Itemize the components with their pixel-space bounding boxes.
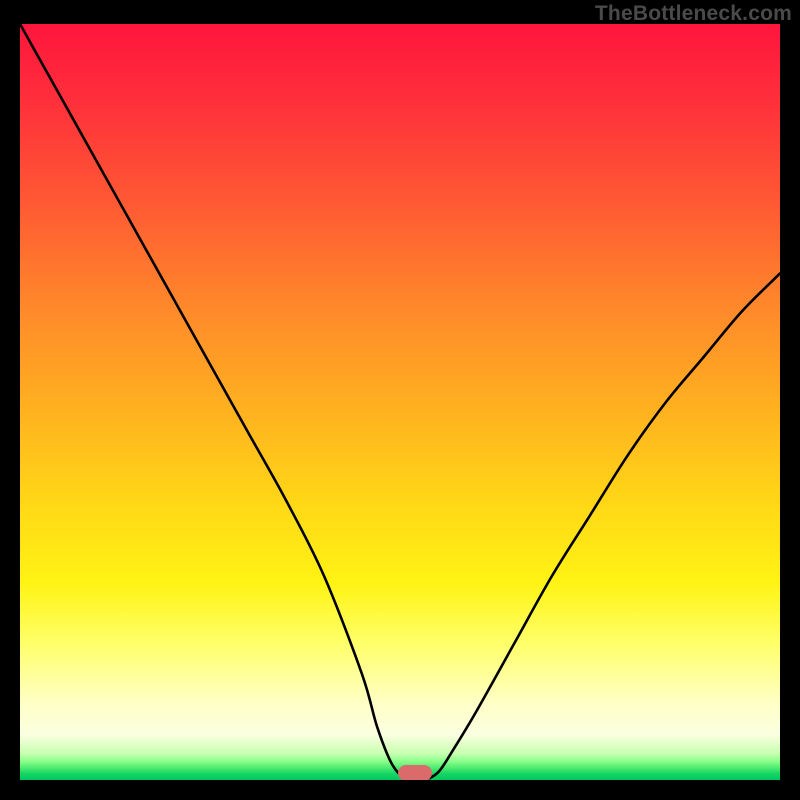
watermark-text: TheBottleneck.com — [595, 2, 792, 26]
curve-path — [20, 24, 780, 780]
chart-frame: TheBottleneck.com — [0, 0, 800, 800]
optimum-marker — [398, 765, 432, 780]
bottleneck-curve — [20, 24, 780, 780]
plot-area — [20, 24, 780, 780]
